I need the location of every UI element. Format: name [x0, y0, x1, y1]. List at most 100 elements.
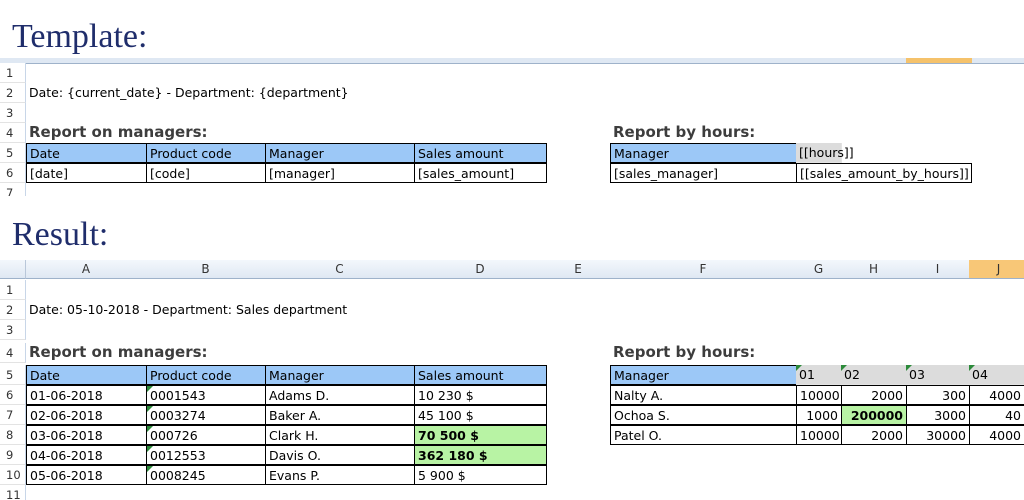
hours-cell-value[interactable]: 2000 — [841, 385, 907, 405]
template-value-code[interactable]: [code] — [146, 163, 266, 183]
hours-cell-value[interactable]: 3000 — [906, 405, 970, 425]
table-cell-sales[interactable]: 45 100 $ — [414, 405, 547, 425]
template-sheet: 1 2 Date: {current_date} - Department: {… — [0, 58, 1024, 196]
result-managers-title[interactable]: Report on managers: — [26, 343, 326, 363]
hours-cell-manager[interactable]: Ochoa S. — [610, 405, 797, 425]
result-hours-header-hour[interactable]: 04 — [969, 365, 1024, 385]
template-row-3: 3 — [0, 103, 1024, 123]
template-hours-value-amount[interactable]: [[sales_amount_by_hours]] — [796, 163, 972, 183]
table-cell-manager[interactable]: Evans P. — [265, 465, 415, 485]
column-header[interactable]: B — [146, 260, 266, 279]
table-cell-sales[interactable]: 5 900 $ — [414, 465, 547, 485]
row-header[interactable]: 1 — [0, 280, 26, 300]
template-hours-header-manager[interactable]: Manager — [610, 143, 797, 163]
row-header[interactable]: 11 — [0, 485, 26, 500]
select-all-corner[interactable] — [0, 260, 26, 279]
template-hours-title[interactable]: Report by hours: — [610, 123, 810, 143]
template-value-sales[interactable]: [sales_amount] — [414, 163, 547, 183]
table-cell-date[interactable]: 04-06-2018 — [26, 445, 147, 465]
hours-cell-value[interactable]: 1000 — [796, 405, 842, 425]
row-header[interactable]: 3 — [0, 320, 26, 340]
table-cell-manager[interactable]: Davis O. — [265, 445, 415, 465]
hours-cell-value[interactable]: 4000 — [969, 425, 1024, 445]
column-header[interactable]: E — [546, 260, 611, 279]
template-date-line[interactable]: Date: {current_date} - Department: {depa… — [26, 83, 526, 103]
result-row-5: 5 Date Product code Manager Sales amount… — [0, 365, 1024, 385]
row-header[interactable]: 3 — [0, 103, 26, 123]
table-cell-sales-highlighted[interactable]: 70 500 $ — [414, 425, 547, 445]
hours-cell-value[interactable]: 300 — [906, 385, 970, 405]
result-hours-header-hour[interactable]: 01 — [796, 365, 842, 385]
table-cell-code[interactable]: 0012553 — [146, 445, 266, 465]
result-row-2: 2 Date: 05-10-2018 - Department: Sales d… — [0, 300, 1024, 320]
row-header[interactable]: 10 — [0, 465, 26, 485]
column-header[interactable]: F — [610, 260, 797, 279]
hours-cell-value[interactable]: 2000 — [841, 425, 907, 445]
row-header[interactable]: 4 — [0, 343, 26, 363]
row-header[interactable]: 1 — [0, 63, 26, 83]
result-hours-header-hour[interactable]: 03 — [906, 365, 970, 385]
row-header[interactable]: 6 — [0, 163, 26, 183]
result-header-code[interactable]: Product code — [146, 365, 266, 385]
row-header[interactable]: 6 — [0, 385, 26, 405]
table-cell-sales[interactable]: 10 230 $ — [414, 385, 547, 405]
template-hours-value-manager[interactable]: [sales_manager] — [610, 163, 797, 183]
hours-cell-value-highlighted[interactable]: 200000 — [841, 405, 907, 425]
template-header-code[interactable]: Product code — [146, 143, 266, 163]
table-cell-date[interactable]: 03-06-2018 — [26, 425, 147, 445]
result-header-manager[interactable]: Manager — [265, 365, 415, 385]
hours-cell-manager[interactable]: Nalty A. — [610, 385, 797, 405]
result-hours-header-manager[interactable]: Manager — [610, 365, 797, 385]
hours-cell-value[interactable]: 40 — [969, 405, 1024, 425]
result-row-11: 11 — [0, 485, 1024, 500]
row-header[interactable]: 5 — [0, 365, 26, 385]
result-sheet: A B C D E F G H I J 1 2 Date: 05-10-2018… — [0, 260, 1024, 500]
table-cell-code[interactable]: 0003274 — [146, 405, 266, 425]
template-hours-header-hours[interactable]: [[hours]] — [796, 143, 854, 163]
template-managers-title[interactable]: Report on managers: — [26, 123, 326, 143]
hours-cell-value[interactable]: 10000 — [796, 385, 842, 405]
result-date-line[interactable]: Date: 05-10-2018 - Department: Sales dep… — [26, 300, 526, 320]
result-hours-title[interactable]: Report by hours: — [610, 343, 810, 363]
hours-cell-value[interactable]: 4000 — [969, 385, 1024, 405]
row-header[interactable]: 5 — [0, 143, 26, 163]
column-header[interactable]: J — [969, 260, 1024, 279]
result-header-sales[interactable]: Sales amount — [414, 365, 547, 385]
column-header[interactable]: I — [906, 260, 970, 279]
template-header-sales[interactable]: Sales amount — [414, 143, 547, 163]
row-header[interactable]: 4 — [0, 123, 26, 143]
table-cell-code[interactable]: 000726 — [146, 425, 266, 445]
result-row-3: 3 — [0, 320, 1024, 340]
column-header[interactable]: H — [841, 260, 907, 279]
hours-cell-value[interactable]: 30000 — [906, 425, 970, 445]
table-cell-manager[interactable]: Baker A. — [265, 405, 415, 425]
row-header[interactable]: 8 — [0, 425, 26, 445]
table-cell-code[interactable]: 0008245 — [146, 465, 266, 485]
result-row-9: 9 04-06-2018 0012553 Davis O. 362 180 $ — [0, 445, 1024, 465]
row-header[interactable]: 7 — [0, 183, 26, 196]
row-header[interactable]: 2 — [0, 300, 26, 320]
column-header[interactable]: D — [414, 260, 547, 279]
column-header[interactable]: G — [796, 260, 842, 279]
template-header-manager[interactable]: Manager — [265, 143, 415, 163]
column-header[interactable]: A — [26, 260, 147, 279]
row-header[interactable]: 7 — [0, 405, 26, 425]
hours-cell-manager[interactable]: Patel O. — [610, 425, 797, 445]
table-cell-date[interactable]: 05-06-2018 — [26, 465, 147, 485]
column-header[interactable]: C — [265, 260, 415, 279]
table-cell-date[interactable]: 01-06-2018 — [26, 385, 147, 405]
table-cell-manager[interactable]: Adams D. — [265, 385, 415, 405]
table-cell-code[interactable]: 0001543 — [146, 385, 266, 405]
template-header-date[interactable]: Date — [26, 143, 147, 163]
template-row-4: 4 Report on managers: Report by hours: — [0, 123, 1024, 143]
template-value-manager[interactable]: [manager] — [265, 163, 415, 183]
template-value-date[interactable]: [date] — [26, 163, 147, 183]
table-cell-date[interactable]: 02-06-2018 — [26, 405, 147, 425]
table-cell-sales-highlighted[interactable]: 362 180 $ — [414, 445, 547, 465]
hours-cell-value[interactable]: 10000 — [796, 425, 842, 445]
row-header[interactable]: 2 — [0, 83, 26, 103]
table-cell-manager[interactable]: Clark H. — [265, 425, 415, 445]
result-hours-header-hour[interactable]: 02 — [841, 365, 907, 385]
result-header-date[interactable]: Date — [26, 365, 147, 385]
row-header[interactable]: 9 — [0, 445, 26, 465]
